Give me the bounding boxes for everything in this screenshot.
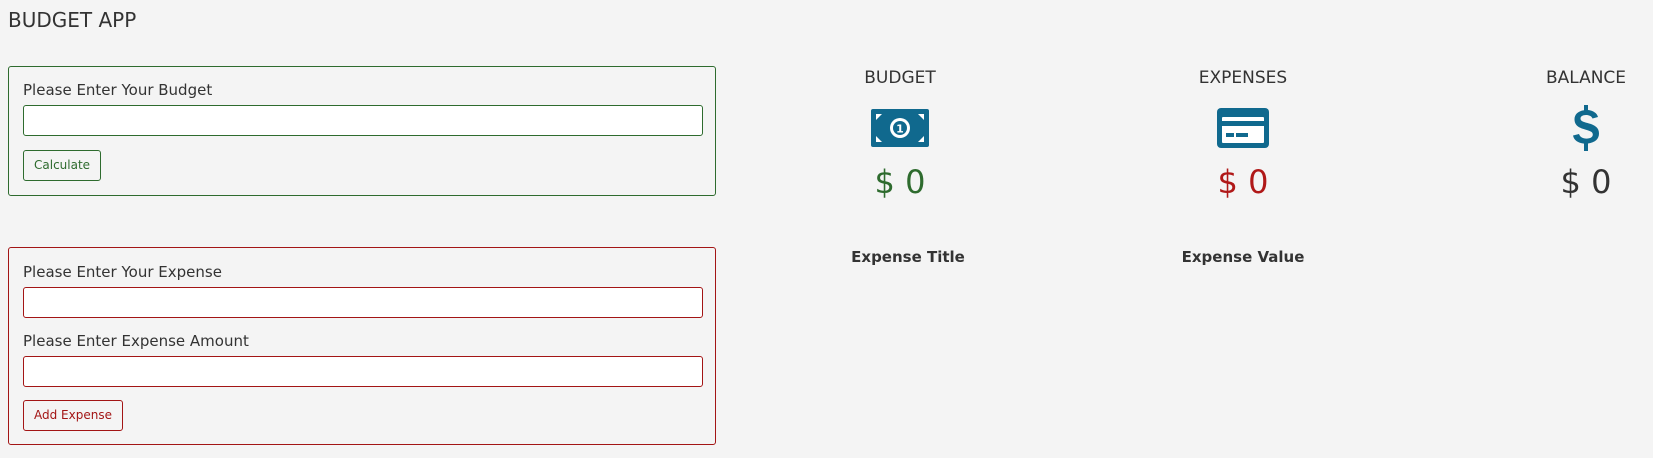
budget-form: Please Enter Your Budget Calculate (8, 66, 716, 196)
calculate-button[interactable]: Calculate (23, 150, 102, 181)
credit-card-icon (1143, 106, 1343, 150)
balance-amount: $ 0 (1560, 163, 1612, 201)
expense-input[interactable] (23, 287, 703, 318)
dollar-sign-icon (1486, 105, 1653, 151)
budget-heading: BUDGET (864, 68, 936, 88)
expense-form: Please Enter Your Expense Please Enter E… (8, 247, 716, 445)
expenses-summary: EXPENSES $ 0 (1143, 66, 1343, 202)
budget-label: Please Enter Your Budget (23, 81, 213, 99)
expense-label: Please Enter Your Expense (23, 263, 222, 281)
expenses-amount: $ 0 (1217, 163, 1269, 201)
money-bill-icon: 1 (800, 106, 1000, 150)
svg-text:1: 1 (896, 123, 904, 136)
balance-heading: BALANCE (1545, 68, 1627, 88)
balance-summary: BALANCE $ 0 (1486, 66, 1653, 202)
expense-title-header: Expense Title (851, 248, 965, 266)
budget-summary: BUDGET 1 $ 0 (800, 66, 1000, 202)
budget-amount: $ 0 (874, 163, 926, 201)
app-title: BUDGET APP (8, 8, 137, 32)
budget-input[interactable] (23, 105, 703, 136)
expenses-heading: EXPENSES (1198, 68, 1288, 88)
expense-value-header: Expense Value (1181, 248, 1305, 266)
add-expense-button[interactable]: Add Expense (23, 400, 123, 431)
amount-input[interactable] (23, 356, 703, 387)
amount-label: Please Enter Expense Amount (23, 332, 249, 350)
